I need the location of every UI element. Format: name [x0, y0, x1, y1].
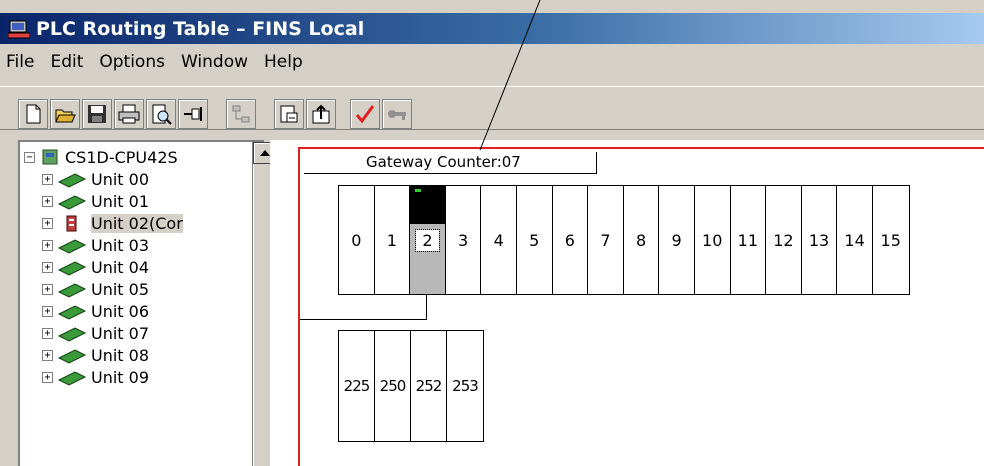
- gateway-counter-label: Gateway Counter:07: [304, 152, 597, 174]
- slot-8[interactable]: 8: [624, 186, 660, 294]
- slot-7[interactable]: 7: [588, 186, 624, 294]
- tree-item-unit-01[interactable]: + Unit 01: [42, 190, 149, 212]
- slot-12[interactable]: 12: [766, 186, 802, 294]
- slot-4[interactable]: 4: [481, 186, 517, 294]
- unit-card-icon: [57, 327, 87, 342]
- slot-14[interactable]: 14: [837, 186, 873, 294]
- window-title: PLC Routing Table – FINS Local: [36, 17, 365, 40]
- open-icon: [55, 109, 76, 123]
- print-preview-icon: [152, 104, 172, 125]
- menu-file[interactable]: File: [6, 52, 34, 72]
- print-button[interactable]: [114, 99, 144, 129]
- unit-card-icon: [57, 261, 87, 276]
- tree-item-unit-09[interactable]: + Unit 09: [42, 366, 149, 388]
- tree-item-unit-08[interactable]: + Unit 08: [42, 344, 149, 366]
- toolbar: [0, 86, 984, 130]
- unit-card-icon: [57, 371, 87, 386]
- tree-item-unit-02[interactable]: + Unit 02(Cor: [42, 212, 183, 234]
- tree-item-unit-07[interactable]: + Unit 07: [42, 322, 149, 344]
- expand-icon[interactable]: +: [42, 349, 53, 361]
- routing-diagram-pane: Gateway Counter:07 0 1 2 3 4 5 6 7 8 9 1…: [270, 140, 984, 466]
- network-icon: [232, 105, 250, 123]
- import-button[interactable]: [274, 99, 304, 129]
- menu-window[interactable]: Window: [181, 52, 248, 72]
- plc-icon: [42, 149, 58, 165]
- unit-card-icon: [57, 305, 87, 320]
- connector-line: [426, 295, 427, 320]
- print-icon: [118, 104, 140, 124]
- slot-5[interactable]: 5: [517, 186, 553, 294]
- tree-item-unit-03[interactable]: + Unit 03: [42, 234, 149, 256]
- unit-card-icon: [57, 239, 87, 254]
- expand-icon[interactable]: +: [42, 217, 53, 229]
- slot-9[interactable]: 9: [659, 186, 695, 294]
- save-icon: [88, 105, 106, 123]
- slot-2-selected[interactable]: 2: [410, 186, 446, 294]
- transfer-button[interactable]: [382, 99, 412, 129]
- tree-pane: − CS1D-CPU42S + Unit 00 + Unit 01 + Unit…: [18, 140, 278, 466]
- expand-icon[interactable]: +: [42, 261, 53, 273]
- unit-slots-row: 0 1 2 3 4 5 6 7 8 9 10 11 12 13 14 15: [338, 185, 910, 295]
- expand-icon[interactable]: +: [42, 239, 53, 251]
- slot-15[interactable]: 15: [873, 186, 909, 294]
- menu-options[interactable]: Options: [99, 52, 165, 72]
- tree-item-unit-06[interactable]: + Unit 06: [42, 300, 149, 322]
- status-led: [415, 189, 422, 192]
- slot-1[interactable]: 1: [375, 186, 411, 294]
- check-icon: [355, 105, 375, 124]
- network-button[interactable]: [226, 99, 256, 129]
- check-button[interactable]: [350, 99, 380, 129]
- connector-line: [300, 319, 427, 320]
- expand-icon[interactable]: +: [42, 283, 53, 295]
- tree-item-unit-05[interactable]: + Unit 05: [42, 278, 149, 300]
- tree-item-unit-04[interactable]: + Unit 04: [42, 256, 149, 278]
- export-icon: [312, 104, 330, 124]
- slot-10[interactable]: 10: [695, 186, 731, 294]
- expand-icon[interactable]: +: [42, 327, 53, 339]
- import-icon: [280, 105, 298, 123]
- new-icon: [26, 104, 41, 124]
- transfer-icon: [388, 110, 406, 120]
- network-250[interactable]: 250: [375, 331, 411, 441]
- export-button[interactable]: [306, 99, 336, 129]
- slot-11[interactable]: 11: [731, 186, 767, 294]
- expand-icon[interactable]: +: [42, 371, 53, 383]
- unit-card-icon: [57, 283, 87, 298]
- expand-icon[interactable]: +: [42, 173, 53, 185]
- print-preview-button[interactable]: [146, 99, 176, 129]
- unit-card-icon: [57, 349, 87, 364]
- expand-icon[interactable]: +: [42, 305, 53, 317]
- slot-6[interactable]: 6: [553, 186, 589, 294]
- tree-item-unit-00[interactable]: + Unit 00: [42, 168, 149, 190]
- network-row: 225 250 252 253: [338, 330, 484, 442]
- app-icon: [8, 20, 30, 39]
- collapse-icon[interactable]: −: [24, 151, 35, 163]
- menu-help[interactable]: Help: [264, 52, 303, 72]
- tree-root[interactable]: − CS1D-CPU42S: [24, 146, 178, 168]
- pin-button[interactable]: [178, 99, 208, 129]
- pin-icon: [184, 107, 202, 121]
- save-button[interactable]: [82, 99, 112, 129]
- menu-edit[interactable]: Edit: [50, 52, 83, 72]
- network-225[interactable]: 225: [339, 331, 375, 441]
- open-button[interactable]: [50, 99, 80, 129]
- network-253[interactable]: 253: [447, 331, 483, 441]
- expand-icon[interactable]: +: [42, 195, 53, 207]
- title-bar: PLC Routing Table – FINS Local: [0, 13, 984, 44]
- new-button[interactable]: [18, 99, 48, 129]
- app-window: PLC Routing Table – FINS Local File Edit…: [0, 0, 984, 466]
- unit-card-icon: [57, 195, 87, 210]
- network-252[interactable]: 252: [411, 331, 447, 441]
- slot-3[interactable]: 3: [446, 186, 482, 294]
- slot-0[interactable]: 0: [339, 186, 375, 294]
- menu-bar: File Edit Options Window Help: [0, 48, 984, 76]
- slot-13[interactable]: 13: [802, 186, 838, 294]
- unit-card-icon: [57, 173, 87, 188]
- comm-unit-icon: [66, 215, 77, 232]
